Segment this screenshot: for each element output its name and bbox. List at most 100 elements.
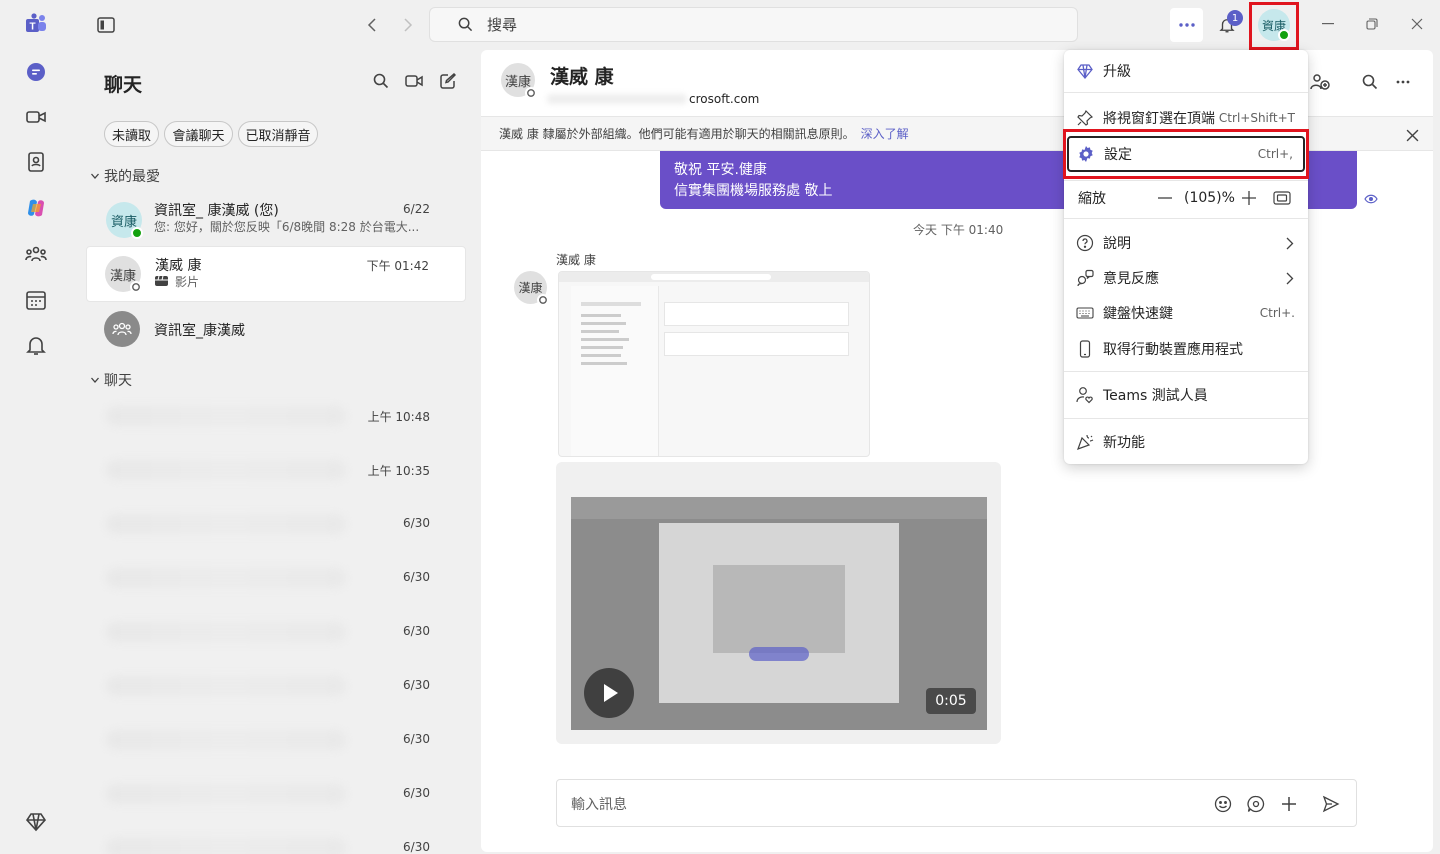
chevron-down-icon — [91, 377, 99, 383]
chat-item-date: 6/30 — [403, 678, 430, 692]
menu-item-zoom: 縮放 (105)% — [1064, 181, 1308, 215]
message-line-2: 信實集團機場服務處 敬上 — [674, 183, 833, 199]
contacts-nav-icon[interactable] — [16, 142, 56, 182]
search-icon — [458, 17, 473, 32]
play-button[interactable] — [584, 668, 634, 718]
zoom-in-icon[interactable] — [1240, 189, 1258, 207]
conversation-more-icon[interactable] — [1391, 70, 1415, 94]
feedback-icon — [1076, 269, 1094, 287]
fit-screen-icon[interactable] — [1273, 190, 1291, 206]
zoom-out-icon[interactable] — [1156, 189, 1174, 207]
video-duration: 0:05 — [926, 688, 976, 714]
close-window-icon[interactable] — [1405, 12, 1429, 36]
chat-item-group[interactable]: 資訊室_康漢威 — [86, 302, 466, 358]
list-item[interactable]: 6/30 — [86, 824, 466, 854]
chat-item-date: 6/30 — [403, 516, 430, 530]
list-item[interactable]: 上午 10:48 — [86, 392, 466, 442]
list-item[interactable]: 6/30 — [86, 662, 466, 712]
settings-highlight — [1063, 129, 1309, 179]
meet-now-icon[interactable] — [402, 69, 426, 93]
learn-more-link[interactable]: 深入了解 — [861, 125, 909, 142]
video-attachment[interactable]: 0:05 — [556, 462, 1001, 744]
chat-item-name: 漢威 康 — [155, 258, 202, 274]
list-item[interactable]: 6/30 — [86, 554, 466, 604]
notifications-button[interactable]: 1 — [1212, 10, 1243, 40]
chat-item-preview: 您: 您好，關於您反映「6/8晚間 8:28 於台電大... — [154, 220, 420, 234]
filter-meeting-chats[interactable]: 會議聊天 — [164, 121, 233, 147]
chat-item-date: 下午 01:42 — [366, 259, 429, 273]
conversation-avatar[interactable]: 漢康 — [501, 63, 537, 99]
avatar-initials: 漢康 — [518, 281, 543, 295]
activity-nav-icon[interactable] — [16, 325, 56, 365]
menu-item-whats-new[interactable]: 新功能 — [1064, 425, 1308, 459]
minimize-icon[interactable] — [1316, 12, 1340, 36]
list-item[interactable]: 6/30 — [86, 716, 466, 766]
chat-item-selected[interactable]: 漢康 漢威 康 影片 下午 01:42 — [86, 246, 466, 302]
banner-close-icon[interactable] — [1401, 124, 1423, 146]
person-heart-icon — [1076, 386, 1094, 404]
chat-item-date: 6/30 — [403, 732, 430, 746]
banner-text: 漢威 康 隸屬於外部組織。他們可能有適用於聊天的相關訊息原則。 — [499, 127, 855, 141]
chat-item-date: 6/30 — [403, 624, 430, 638]
add-attachment-icon[interactable] — [1280, 795, 1298, 813]
list-item[interactable]: 6/30 — [86, 608, 466, 658]
search-bar[interactable]: 搜尋 — [429, 7, 1078, 42]
forward-arrow-icon[interactable] — [394, 12, 420, 38]
menu-divider — [1064, 371, 1308, 372]
offline-status-icon — [537, 294, 549, 306]
menu-label: 意見反應 — [1103, 271, 1159, 287]
premium-diamond-icon[interactable] — [16, 802, 56, 842]
menu-item-upgrade[interactable]: 升級 — [1064, 54, 1308, 88]
conversation-search-icon[interactable] — [1358, 70, 1382, 94]
list-item[interactable]: 上午 10:35 — [86, 446, 466, 496]
video-clip-icon — [155, 275, 168, 287]
loop-compose-icon[interactable] — [1247, 795, 1265, 813]
send-icon[interactable] — [1322, 795, 1340, 813]
sidebar-toggle-icon[interactable] — [93, 12, 119, 38]
menu-label: 取得行動裝置應用程式 — [1103, 342, 1243, 358]
communities-nav-icon[interactable] — [16, 234, 56, 274]
play-icon — [604, 684, 618, 702]
menu-divider — [1064, 418, 1308, 419]
mobile-phone-icon — [1076, 340, 1094, 358]
chats-section-header[interactable]: 聊天 — [90, 370, 132, 390]
add-people-icon[interactable] — [1308, 70, 1332, 94]
menu-item-feedback[interactable]: 意見反應 — [1064, 261, 1308, 295]
sender-avatar: 漢康 — [514, 271, 549, 306]
compose-placeholder: 輸入訊息 — [571, 797, 627, 813]
emoji-icon[interactable] — [1214, 795, 1232, 813]
menu-item-keyboard-shortcuts[interactable]: 鍵盤快速鍵 Ctrl+. — [1064, 296, 1308, 330]
restore-icon[interactable] — [1360, 12, 1384, 36]
compose-box[interactable]: 輸入訊息 — [556, 779, 1357, 827]
menu-item-mobile-app[interactable]: 取得行動裝置應用程式 — [1064, 332, 1308, 366]
chat-item-self[interactable]: 資康 資訊室_ 康漢威 (您) 您: 您好，關於您反映「6/8晚間 8:28 於… — [86, 192, 466, 248]
list-item[interactable]: 6/30 — [86, 500, 466, 550]
new-chat-icon[interactable] — [436, 69, 460, 93]
calendar-nav-icon[interactable] — [16, 280, 56, 320]
chat-search-icon[interactable] — [369, 69, 393, 93]
meet-nav-icon[interactable] — [16, 97, 56, 137]
list-item[interactable]: 6/30 — [86, 770, 466, 820]
menu-item-help[interactable]: 說明 — [1064, 226, 1308, 260]
avatar-initials: 資康 — [110, 214, 137, 230]
menu-label: Teams 測試人員 — [1103, 388, 1208, 404]
available-status-icon — [131, 227, 143, 239]
more-options-button[interactable] — [1170, 8, 1203, 42]
chat-item-date: 6/30 — [403, 840, 430, 854]
chat-nav-icon[interactable] — [16, 52, 56, 92]
back-arrow-icon[interactable] — [360, 12, 386, 38]
chevron-right-icon — [1286, 237, 1294, 250]
filter-unmuted[interactable]: 已取消靜音 — [238, 121, 318, 147]
filter-unread[interactable]: 未讀取 — [104, 121, 159, 147]
menu-shortcut: Ctrl+Shift+T — [1218, 111, 1295, 125]
account-avatar[interactable]: 資康 — [1258, 9, 1290, 41]
favorites-section-header[interactable]: 我的最愛 — [90, 166, 160, 186]
avatar-initials: 漢康 — [109, 268, 136, 284]
menu-label: 升級 — [1103, 64, 1131, 80]
teams-logo-icon[interactable]: T — [16, 4, 56, 44]
image-attachment[interactable] — [558, 271, 870, 457]
avatar: 漢康 — [105, 256, 142, 293]
copilot-nav-icon[interactable] — [16, 188, 56, 228]
menu-item-teams-tester[interactable]: Teams 測試人員 — [1064, 378, 1308, 412]
conversation-name: 漢威 康 — [550, 66, 614, 88]
